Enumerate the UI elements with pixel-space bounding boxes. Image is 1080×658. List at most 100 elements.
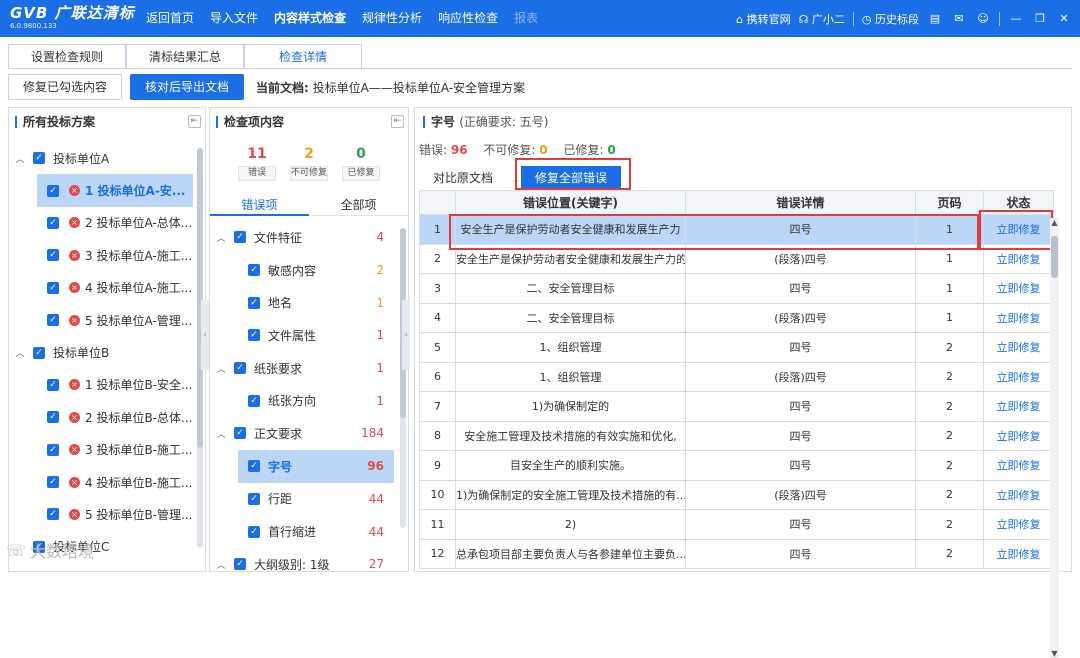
user-icon[interactable]: ☺ — [975, 11, 991, 27]
assistant-link[interactable]: ☊ 广小二 — [799, 11, 845, 27]
checkbox[interactable]: ✓ — [47, 185, 59, 197]
check-item[interactable]: ✓ 行距 44 — [210, 483, 394, 516]
fix-now-link[interactable]: 立即修复 — [984, 392, 1054, 422]
check-item[interactable]: ✓ 首行缩进 44 — [210, 515, 394, 548]
check-item[interactable]: ✓ 文件属性 1 — [210, 319, 394, 352]
tree-item[interactable]: ✓ × 2 投标单位B-总体... — [37, 401, 195, 433]
check-item[interactable]: ✓ 敏感内容 2 — [210, 254, 394, 287]
checkbox[interactable]: ✓ — [234, 231, 246, 243]
checkbox[interactable]: ✓ — [248, 264, 260, 276]
col-position[interactable]: 错误位置(关键字) — [456, 191, 686, 215]
chevron-up-icon[interactable]: ︿ — [216, 427, 226, 440]
checkbox[interactable]: ✓ — [248, 526, 260, 538]
tab-details[interactable]: 检查详情 — [244, 44, 362, 69]
checkbox[interactable]: ✓ — [248, 329, 260, 341]
checkbox[interactable]: ✓ — [33, 347, 45, 359]
check-item[interactable]: ✓ 纸张方向 1 — [210, 384, 394, 417]
chevron-up-icon[interactable]: ︿ — [15, 346, 25, 359]
table-row[interactable]: 51、组织管理四号2立即修复 — [420, 333, 1054, 363]
checkbox[interactable]: ✓ — [234, 427, 246, 439]
restore-icon[interactable]: ❐ — [1032, 11, 1048, 27]
chevron-up-icon[interactable]: ︿ — [216, 362, 226, 375]
checkbox[interactable]: ✓ — [47, 314, 59, 326]
chevron-up-icon[interactable]: ︿ — [216, 558, 226, 571]
nav-import[interactable]: 导入文件 — [202, 0, 266, 37]
col-detail[interactable]: 错误详情 — [686, 191, 916, 215]
tab-error-items[interactable]: 错误项 — [210, 194, 309, 216]
fix-now-link[interactable]: 立即修复 — [984, 303, 1054, 333]
checkbox[interactable]: ✓ — [47, 282, 59, 294]
fix-now-link[interactable]: 立即修复 — [984, 451, 1054, 481]
table-row[interactable]: 71)为确保制定的四号2立即修复 — [420, 392, 1054, 422]
tree-group[interactable]: ︿ ✓ 投标单位B — [9, 336, 195, 368]
tree-item[interactable]: ✓ × 3 投标单位B-施工... — [37, 434, 195, 466]
checkbox[interactable]: ✓ — [47, 249, 59, 261]
checkbox[interactable]: ✓ — [248, 297, 260, 309]
check-group[interactable]: ︿ ✓ 正文要求 184 — [210, 417, 394, 450]
checkbox[interactable]: ✓ — [47, 444, 59, 456]
nav-response-check[interactable]: 响应性检查 — [430, 0, 506, 37]
fix-now-link[interactable]: 立即修复 — [984, 421, 1054, 451]
minimize-icon[interactable]: — — [1008, 11, 1024, 27]
fix-now-link[interactable]: 立即修复 — [984, 510, 1054, 540]
tree-item[interactable]: ✓ × 4 投标单位B-施工... — [37, 466, 195, 498]
tab-summary[interactable]: 清标结果汇总 — [126, 44, 244, 69]
checkbox[interactable]: ✓ — [33, 152, 45, 164]
checkbox[interactable]: ✓ — [47, 217, 59, 229]
checkbox[interactable]: ✓ — [248, 493, 260, 505]
nav-home[interactable]: 返回首页 — [138, 0, 202, 37]
website-link[interactable]: ⌂ 携转官网 — [736, 11, 790, 27]
checkbox[interactable]: ✓ — [234, 362, 246, 374]
checkbox[interactable]: ✓ — [248, 460, 260, 472]
fix-selected-button[interactable]: 修复已勾选内容 — [8, 74, 122, 100]
table-row[interactable]: 3二、安全管理目标四号1立即修复 — [420, 274, 1054, 304]
table-row[interactable]: 8安全施工管理及技术措施的有效实施和优化,四号2立即修复 — [420, 421, 1054, 451]
tree-group[interactable]: ︿ ✓ 投标单位A — [9, 142, 195, 174]
checkbox[interactable]: ✓ — [47, 411, 59, 423]
scroll-down-icon[interactable]: ▼ — [1050, 649, 1059, 658]
table-row[interactable]: 9目安全生产的顺利实施。四号2立即修复 — [420, 451, 1054, 481]
table-row[interactable]: 101)为确保制定的安全施工管理及技术措施的有...(段落)四号2立即修复 — [420, 480, 1054, 510]
chevron-up-icon[interactable]: ︿ — [216, 231, 226, 244]
tab-all-items[interactable]: 全部项 — [309, 194, 408, 216]
message-icon[interactable]: ✉ — [951, 11, 967, 27]
close-icon[interactable]: ✕ — [1056, 11, 1072, 27]
checkbox[interactable]: ✓ — [248, 395, 260, 407]
check-group[interactable]: ︿ ✓ 大纲级别: 1级 27 — [210, 548, 394, 571]
scroll-thumb[interactable] — [1051, 236, 1058, 278]
collapse-icon[interactable]: ⇤ — [188, 115, 201, 128]
nav-regularity[interactable]: 规律性分析 — [354, 0, 430, 37]
checkbox[interactable]: ✓ — [47, 379, 59, 391]
checkbox[interactable]: ✓ — [47, 476, 59, 488]
check-item[interactable]: ✓ 地名 1 — [210, 286, 394, 319]
table-row[interactable]: 12总承包项目部主要负责人与各参建单位主要负...四号2立即修复 — [420, 539, 1054, 569]
fix-now-link[interactable]: 立即修复 — [984, 333, 1054, 363]
fix-now-link[interactable]: 立即修复 — [984, 539, 1054, 569]
nav-report[interactable]: 报表 — [506, 0, 546, 37]
tree-item[interactable]: ✓ × 2 投标单位A-总体... — [37, 207, 195, 239]
scroll-thumb[interactable] — [197, 148, 203, 448]
compare-original-tab[interactable]: 对比原文档 — [433, 169, 493, 186]
doc-icon[interactable]: ▤ — [927, 11, 943, 27]
nav-content-check[interactable]: 内容样式检查 — [266, 0, 354, 37]
table-row[interactable]: 112)四号2立即修复 — [420, 510, 1054, 540]
tree-item[interactable]: ✓ × 1 投标单位B-安全... — [37, 369, 195, 401]
export-button[interactable]: 核对后导出文档 — [130, 74, 244, 100]
check-group[interactable]: ︿ ✓ 纸张要求 1 — [210, 352, 394, 385]
fix-now-link[interactable]: 立即修复 — [984, 362, 1054, 392]
col-page[interactable]: 页码 — [916, 191, 984, 215]
history-link[interactable]: ◷ 历史标段 — [862, 11, 919, 27]
fix-now-link[interactable]: 立即修复 — [984, 480, 1054, 510]
check-group[interactable]: ︿ ✓ 文件特征 4 — [210, 221, 394, 254]
table-row[interactable]: 4二、安全管理目标(段落)四号1立即修复 — [420, 303, 1054, 333]
tree-item[interactable]: ✓ × 1 投标单位A-安... — [37, 174, 193, 206]
tree-item[interactable]: ✓ × 5 投标单位B-管理... — [37, 498, 195, 530]
chevron-up-icon[interactable]: ︿ — [15, 152, 25, 165]
fix-now-link[interactable]: 立即修复 — [984, 274, 1054, 304]
collapse-left-handle[interactable]: ‹ — [201, 300, 209, 370]
collapse-mid-handle[interactable]: ‹ — [402, 300, 410, 370]
checkbox[interactable]: ✓ — [47, 508, 59, 520]
mid-scrollbar[interactable] — [400, 228, 406, 528]
scroll-up-icon[interactable]: ▲ — [1050, 218, 1059, 227]
collapse-icon[interactable]: ⇤ — [391, 115, 404, 128]
